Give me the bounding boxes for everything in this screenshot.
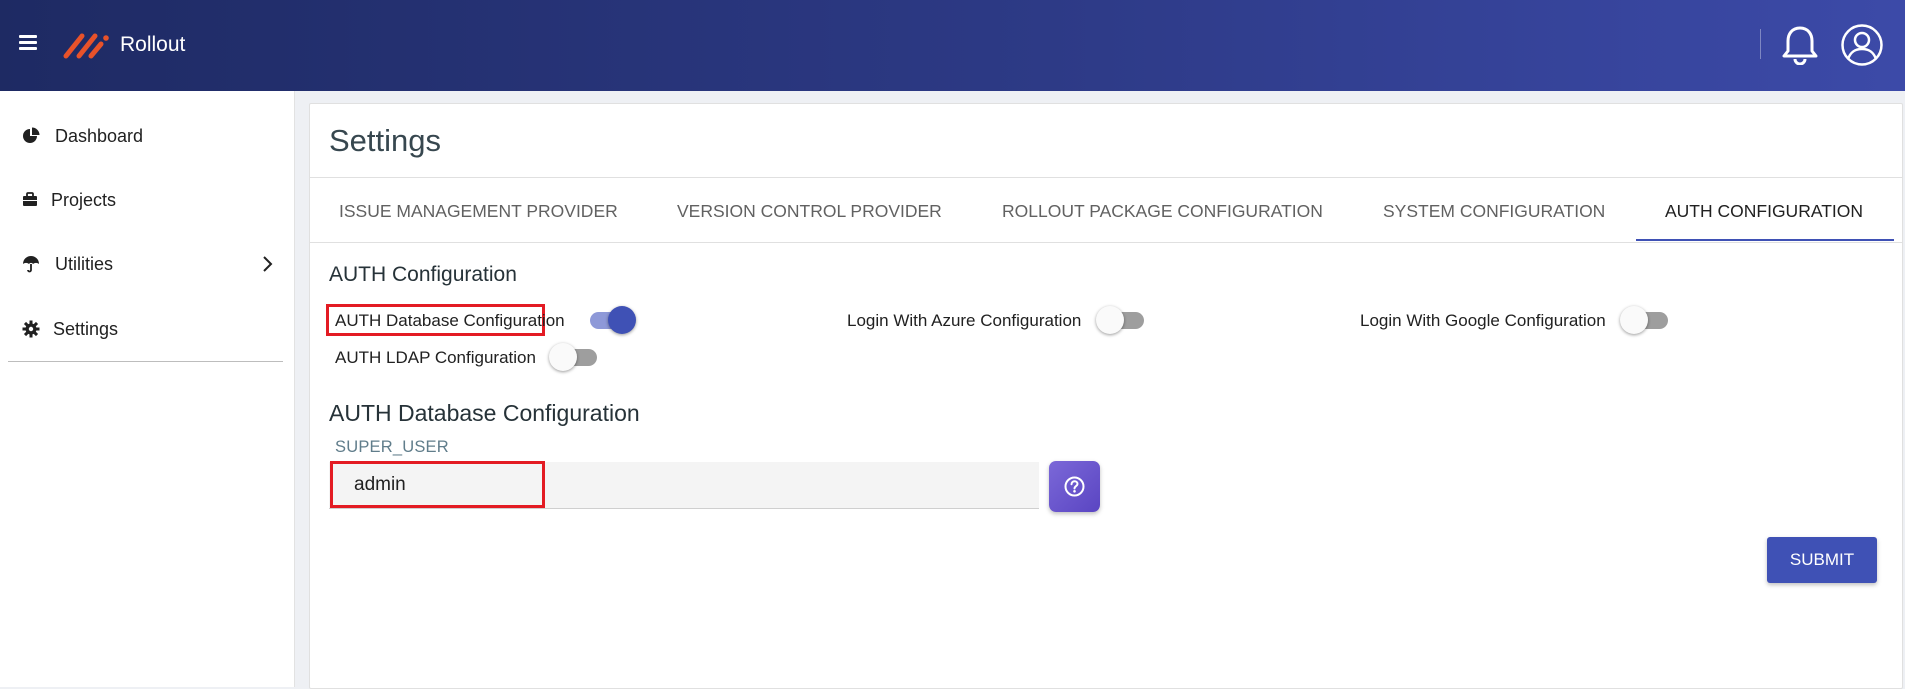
bell-icon[interactable] xyxy=(1782,25,1818,65)
top-app-bar: Rollout xyxy=(0,0,1905,91)
sidebar-item-label: Settings xyxy=(53,319,119,339)
pie-chart-icon xyxy=(23,127,40,143)
chevron-right-icon xyxy=(263,256,273,272)
auth-database-config-label: AUTH Database Configuration xyxy=(335,311,565,330)
google-login-config-label: Login With Google Configuration xyxy=(1360,311,1606,330)
sidebar-item-settings[interactable]: Settings xyxy=(0,304,294,354)
sidebar-item-label: Utilities xyxy=(55,254,114,274)
help-circle-icon xyxy=(1064,476,1085,497)
tab-auth-configuration[interactable]: AUTH CONFIGURATION xyxy=(1665,201,1863,222)
section-title: AUTH Configuration xyxy=(329,263,517,286)
auth-ldap-config-toggle[interactable] xyxy=(549,342,601,372)
sidebar: Dashboard Projects Utilities Settings xyxy=(0,91,295,687)
settings-card: Settings ISSUE MANAGEMENT PROVIDER VERSI… xyxy=(309,103,1903,689)
super-user-label: SUPER_USER xyxy=(335,438,449,456)
sidebar-item-label: Projects xyxy=(51,190,117,210)
tab-rollout-package-configuration[interactable]: ROLLOUT PACKAGE CONFIGURATION xyxy=(1002,201,1323,222)
submit-button[interactable]: SUBMIT xyxy=(1767,537,1877,583)
sidebar-item-label: Dashboard xyxy=(55,126,144,146)
gear-icon xyxy=(22,320,40,338)
subsection-title: AUTH Database Configuration xyxy=(329,400,640,426)
header-divider xyxy=(1760,29,1761,59)
sidebar-item-utilities[interactable]: Utilities xyxy=(0,239,294,289)
menu-icon[interactable] xyxy=(19,35,37,51)
tab-version-control-provider[interactable]: VERSION CONTROL PROVIDER xyxy=(677,201,942,222)
sidebar-item-dashboard[interactable]: Dashboard xyxy=(0,111,294,161)
settings-tabs: ISSUE MANAGEMENT PROVIDER VERSION CONTRO… xyxy=(310,177,1902,243)
tab-issue-management-provider[interactable]: ISSUE MANAGEMENT PROVIDER xyxy=(339,201,618,222)
sidebar-divider xyxy=(8,361,283,362)
user-avatar-icon[interactable] xyxy=(1841,24,1883,66)
help-button[interactable] xyxy=(1049,461,1100,512)
umbrella-icon xyxy=(23,256,39,273)
app-name[interactable]: Rollout xyxy=(120,33,185,57)
active-tab-indicator xyxy=(1636,239,1894,241)
sidebar-item-projects[interactable]: Projects xyxy=(0,175,294,225)
tab-system-configuration[interactable]: SYSTEM CONFIGURATION xyxy=(1383,201,1605,222)
azure-login-config-label: Login With Azure Configuration xyxy=(847,311,1082,330)
logo-icon xyxy=(63,33,109,59)
azure-login-config-toggle[interactable] xyxy=(1096,305,1148,335)
google-login-config-toggle[interactable] xyxy=(1620,305,1672,335)
briefcase-icon xyxy=(23,192,37,206)
highlight-box xyxy=(330,461,545,508)
auth-database-config-toggle[interactable] xyxy=(584,305,636,335)
auth-ldap-config-label: AUTH LDAP Configuration xyxy=(335,348,536,367)
page-title: Settings xyxy=(329,123,442,158)
